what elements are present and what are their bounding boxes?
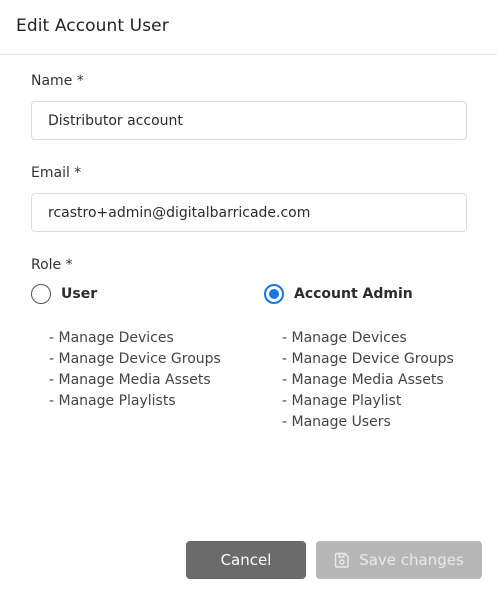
role-option-account-admin[interactable]: Account Admin xyxy=(264,284,413,304)
name-field[interactable] xyxy=(31,101,467,140)
cancel-button[interactable]: Cancel xyxy=(186,541,306,579)
permission-item: - Manage Playlist xyxy=(282,393,402,409)
email-field[interactable] xyxy=(31,193,467,232)
email-label: Email * xyxy=(31,165,82,181)
edit-user-dialog: Edit Account User Name * Email * Role * … xyxy=(0,0,497,592)
role-user-label: User xyxy=(61,286,98,302)
role-account-admin-label: Account Admin xyxy=(294,286,413,302)
save-changes-button[interactable]: Save changes xyxy=(316,541,482,579)
role-account-admin-radio[interactable] xyxy=(264,284,284,304)
permission-item: - Manage Devices xyxy=(282,330,407,346)
dialog-title: Edit Account User xyxy=(16,16,169,36)
user-permissions-list: - Manage Devices - Manage Device Groups … xyxy=(49,328,221,412)
cancel-button-label: Cancel xyxy=(220,551,272,569)
save-icon xyxy=(334,552,350,568)
permission-item: - Manage Users xyxy=(282,414,391,430)
account-admin-permissions-list: - Manage Devices - Manage Device Groups … xyxy=(282,328,454,433)
dialog-header: Edit Account User xyxy=(0,0,497,55)
permission-item: - Manage Device Groups xyxy=(49,351,221,367)
save-button-label: Save changes xyxy=(359,551,464,569)
permission-item: - Manage Media Assets xyxy=(49,372,211,388)
permission-item: - Manage Devices xyxy=(49,330,174,346)
role-user-radio[interactable] xyxy=(31,284,51,304)
role-label: Role * xyxy=(31,257,73,273)
permission-item: - Manage Device Groups xyxy=(282,351,454,367)
role-option-user[interactable]: User xyxy=(31,284,97,304)
permission-item: - Manage Playlists xyxy=(49,393,176,409)
name-label: Name * xyxy=(31,73,84,89)
permission-item: - Manage Media Assets xyxy=(282,372,444,388)
